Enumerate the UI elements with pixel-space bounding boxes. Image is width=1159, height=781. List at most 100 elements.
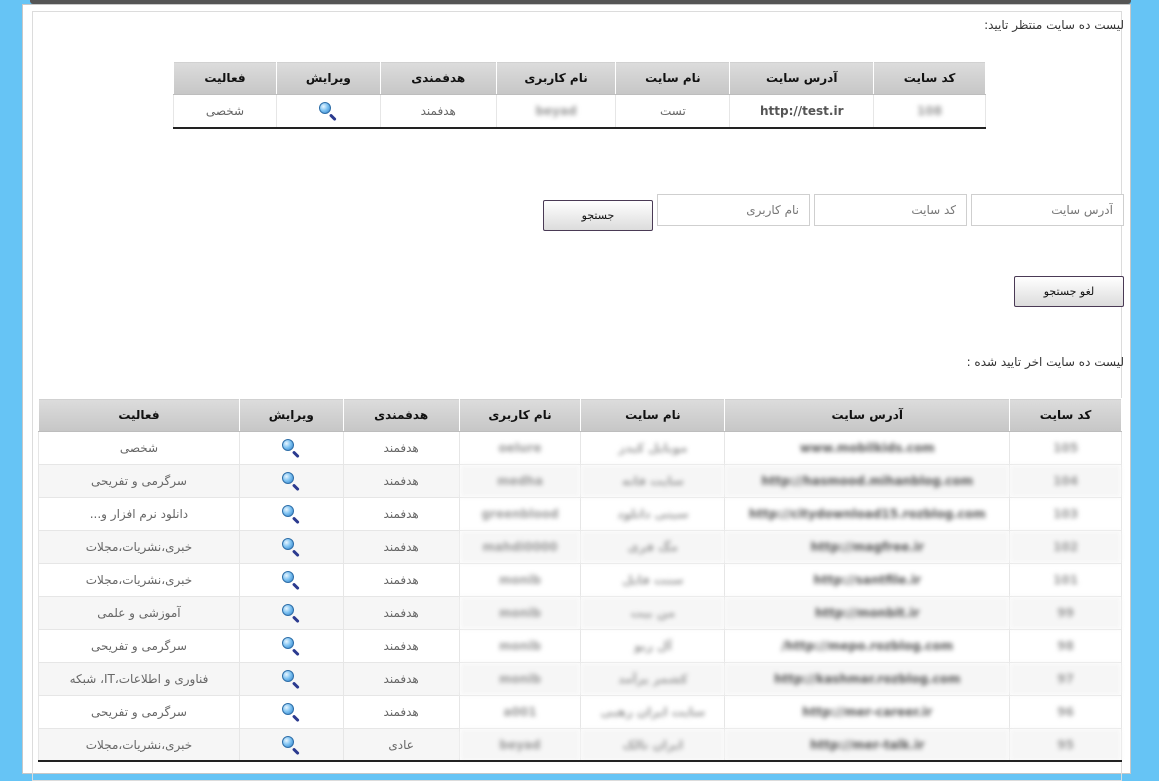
search-button[interactable]: جستجو [543,200,653,231]
edit-cell [238,728,344,762]
column-header: نام کاربری [458,398,582,432]
edit-cell [238,464,344,498]
magnifier-icon[interactable] [281,669,301,690]
targeting-cell: هدفمند [342,662,460,696]
magnifier-icon[interactable] [281,537,301,558]
targeting-cell: هدفمند [342,530,460,564]
column-header: کد سایت [873,61,986,95]
activity-cell: دانلود نرم افزار و... [38,497,240,531]
site-url-cell: http://mepo.rozblog.com/ [724,629,1011,663]
column-header: نام سایت [580,398,726,432]
site-code-cell: 103 [1009,497,1122,531]
activity-cell: فناوری و اطلاعات،IT، شبکه [38,662,240,696]
site-name-cell: من بیت [580,596,726,630]
targeting-cell: عادی [342,728,460,762]
table-row: 102 http://magfree.ir مگ فری mahdi0000 هدفمن… [38,530,1122,564]
site-name-cell: تست [615,94,731,128]
activity-cell: سرگرمی و تفریحی [38,464,240,498]
site-code-cell: 97 [1009,662,1122,696]
username-cell: mahdi0000 [458,530,582,564]
targeting-cell: هدفمند [342,464,460,498]
targeting-cell: هدفمند [342,596,460,630]
magnifier-icon[interactable] [281,438,301,459]
site-code-cell: 104 [1009,464,1122,498]
activity-cell: آموزشی و علمی [38,596,240,630]
username-cell: monib [458,596,582,630]
magnifier-icon[interactable] [281,636,301,657]
column-header: هدفمندی [379,61,497,95]
pending-heading: لیست ده سایت منتظر تایید: [984,18,1124,32]
username-cell: medha [458,464,582,498]
site-url-cell: http://test.ir [729,94,875,128]
site-url-search-input[interactable] [971,194,1124,226]
targeting-cell: هدفمند [342,497,460,531]
edit-cell [238,563,344,597]
site-code-cell: 108 [873,94,986,128]
table-row: 98 http://mepo.rozblog.com/آل ربو monib هدف… [38,629,1122,663]
username-cell: monib [458,629,582,663]
magnifier-icon[interactable] [281,570,301,591]
activity-cell: خبری،نشریات،مجلات [38,530,240,564]
table-row: 96 http://mer-career.ir سایت ایران رهبی a00… [38,695,1122,729]
pending-table-bottom-border [173,127,986,129]
site-name-cell: سایت ایران رهبی [580,695,726,729]
targeting-cell: هدفمند [342,695,460,729]
site-code-search-input[interactable] [814,194,967,226]
username-cell: monib [458,563,582,597]
site-name-cell: ایران تالک [580,728,726,762]
table-row: 95 http://mer-talk.ir ایران تالک beyad عادی خ… [38,728,1122,762]
column-header: هدفمندی [342,398,460,432]
username-search-input[interactable] [657,194,810,226]
table-row: 104 http://hasmood.mihanblog.com سایت فانه… [38,464,1122,498]
magnifier-icon[interactable] [281,504,301,525]
table-row: 105 www.mobilkids.com موبایل کیدز oelure هدف… [38,431,1122,465]
site-code-cell: 101 [1009,563,1122,597]
targeting-cell: هدفمند [342,629,460,663]
username-cell: greenblood [458,497,582,531]
edit-cell [238,695,344,729]
site-url-cell: http://mer-talk.ir [724,728,1011,762]
magnifier-icon[interactable] [318,101,338,122]
column-header: نام کاربری [495,61,617,95]
site-url-cell: http://citydownload15.rozblog.com [724,497,1011,531]
activity-cell: خبری،نشریات،مجلات [38,728,240,762]
activity-cell: خبری،نشریات،مجلات [38,563,240,597]
site-name-cell: موبایل کیدز [580,431,726,465]
column-header: فعالیت [38,398,240,432]
pending-sites-table: کد سایت آدرس سایت نام سایت نام کاربری هدفمند… [173,61,986,128]
site-url-cell: http://mer-career.ir [724,695,1011,729]
magnifier-icon[interactable] [281,735,301,756]
targeting-cell: هدفمند [342,563,460,597]
site-name-cell: مگ فری [580,530,726,564]
table-row: 101 http://santfile.ir سنت فایل monib هدفمند… [38,563,1122,597]
site-code-cell: 98 [1009,629,1122,663]
edit-cell [238,530,344,564]
site-code-cell: 105 [1009,431,1122,465]
site-url-cell: http://hasmood.mihanblog.com [724,464,1011,498]
activity-cell: سرگرمی و تفریحی [38,629,240,663]
table-row: 97 http://kashmar.rozblog.com کشمر پرآمد mo… [38,662,1122,696]
site-url-cell: www.mobilkids.com [724,431,1011,465]
column-header: آدرس سایت [729,61,875,95]
table-row: 99 http://monbit.ir من بیت monib هدفمند آموزش… [38,596,1122,630]
cancel-search-button[interactable]: لغو جستجو [1014,276,1124,307]
column-header: ویرایش [238,398,344,432]
activity-cell: شخصی [38,431,240,465]
site-url-cell: http://kashmar.rozblog.com [724,662,1011,696]
site-name-cell: سنت فایل [580,563,726,597]
edit-cell [238,497,344,531]
column-header: کد سایت [1009,398,1122,432]
targeting-cell: هدفمند [342,431,460,465]
magnifier-icon[interactable] [281,471,301,492]
magnifier-icon[interactable] [281,702,301,723]
table-row: 103 http://citydownload15.rozblog.com سیتی… [38,497,1122,531]
username-cell: beyad [495,94,617,128]
magnifier-icon[interactable] [281,603,301,624]
site-url-cell: http://santfile.ir [724,563,1011,597]
activity-cell: سرگرمی و تفریحی [38,695,240,729]
site-code-cell: 102 [1009,530,1122,564]
username-cell: a001 [458,695,582,729]
site-code-cell: 95 [1009,728,1122,762]
site-name-cell: سیتی دانلود [580,497,726,531]
site-code-cell: 96 [1009,695,1122,729]
